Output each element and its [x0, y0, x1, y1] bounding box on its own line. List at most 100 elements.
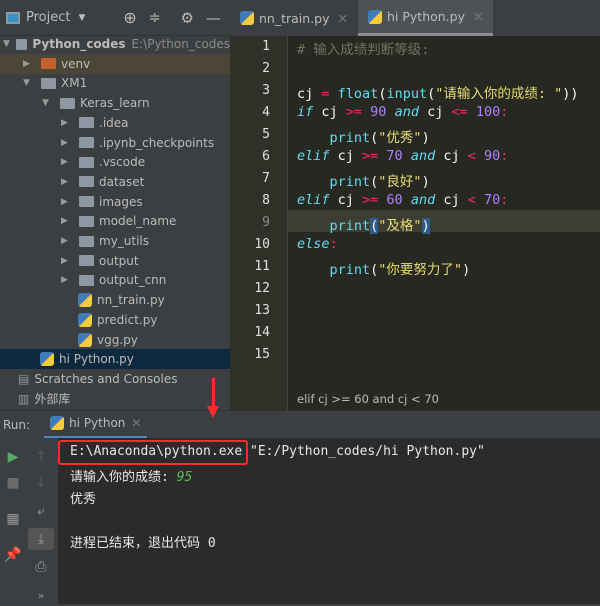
close-icon[interactable]: ✕ — [473, 9, 483, 24]
code-line[interactable]: print("你要努力了") — [297, 258, 471, 278]
pin-icon[interactable]: 📌 — [0, 544, 26, 566]
code-line[interactable]: print("优秀") — [297, 126, 430, 146]
tab-hi-python[interactable]: hi Python.py ✕ — [357, 0, 494, 36]
collapse-arrow-icon[interactable]: ▶ — [61, 236, 71, 246]
collapse-arrow-icon[interactable]: ▶ — [61, 197, 71, 207]
folder-icon — [79, 215, 94, 227]
collapse-arrow-icon[interactable]: ▶ — [61, 118, 71, 128]
annotation-box — [58, 440, 248, 465]
folder-icon — [79, 196, 94, 208]
folder-icon — [79, 137, 94, 148]
tree-item[interactable]: ▼ XM1 — [0, 73, 230, 93]
print-icon[interactable]: ⎙ — [28, 556, 54, 578]
scroll-to-end-icon[interactable]: ⤓ — [28, 528, 54, 550]
folder-icon — [41, 58, 56, 70]
python-icon — [50, 416, 65, 430]
tree-item[interactable]: ▼ Python_codes E:\Python_codes — [0, 34, 230, 54]
gear-icon[interactable]: ⚙ — [181, 9, 194, 27]
chevron-down-icon[interactable]: ▼ — [78, 13, 85, 23]
tree-item[interactable]: hi Python.py — [0, 349, 230, 370]
collapse-arrow-icon[interactable]: ▶ — [23, 59, 33, 69]
tree-item[interactable]: ▶ venv — [0, 53, 230, 74]
expand-arrow-icon[interactable]: ▼ — [23, 78, 33, 88]
code-line[interactable]: cj = float(input("请输入你的成绩: ")) — [297, 82, 579, 102]
line-number: 13 — [254, 303, 270, 318]
tree-item[interactable]: ▶ .vscode — [0, 152, 230, 172]
line-number: 7 — [262, 171, 270, 186]
rerun-icon[interactable]: ▶ — [0, 446, 26, 468]
folder-icon — [41, 77, 56, 89]
collapse-arrow-icon[interactable]: ▶ — [61, 256, 71, 266]
collapse-arrow-icon[interactable]: ▶ — [61, 157, 71, 167]
run-tab[interactable]: hi Python ✕ — [44, 411, 148, 439]
folder-icon — [60, 97, 75, 109]
folder-icon — [79, 255, 94, 267]
folder-icon — [79, 235, 94, 247]
tree-item[interactable]: ▶ .ipynb_checkpoints — [0, 133, 230, 153]
breadcrumb[interactable]: elif cj >= 60 and cj < 70 — [297, 392, 439, 406]
tree-item[interactable]: ▥ 外部库 — [0, 389, 230, 409]
tree-item[interactable]: ▼ Keras_learn — [0, 93, 230, 113]
collapse-arrow-icon[interactable]: ▶ — [61, 138, 71, 148]
expand-arrow-icon[interactable]: ▼ — [42, 98, 52, 108]
line-number: 6 — [262, 149, 270, 164]
python-file-icon — [78, 293, 92, 308]
collapse-arrow-icon[interactable]: ▶ — [61, 275, 71, 285]
collapse-all-icon[interactable]: ≑ — [149, 10, 161, 26]
run-side-toolbar: ▶ ■ ▦ 📌 ↑ ↓ ⤶ ⤓ ⎙ » — [0, 438, 58, 604]
library-icon: ▥ — [18, 391, 30, 406]
tab-nn-train[interactable]: nn_train.py ✕ — [230, 0, 358, 36]
code-line[interactable]: else: — [297, 236, 338, 252]
code-line[interactable]: if cj >= 90 and cj <= 100: — [297, 104, 508, 120]
expand-arrow-icon[interactable]: ▼ — [3, 39, 10, 49]
code-line[interactable]: print("及格") — [297, 214, 430, 234]
line-number: 15 — [254, 347, 270, 362]
tree-item[interactable]: ▶ .idea — [0, 113, 230, 133]
close-icon[interactable]: ✕ — [131, 416, 141, 430]
line-number: 1 — [262, 39, 270, 54]
tree-item[interactable]: ▶ model_name — [0, 211, 230, 231]
line-number: 3 — [262, 83, 270, 98]
soft-wrap-icon[interactable]: ⤶ — [28, 500, 54, 522]
locate-icon[interactable]: ⊕ — [123, 8, 136, 27]
project-view-selector[interactable]: Project — [26, 10, 70, 25]
code-line[interactable]: # 输入成绩判断等级: — [297, 38, 429, 58]
console-output[interactable]: E:\Anaconda\python.exe "E:/Python_codes/… — [58, 438, 600, 604]
up-icon[interactable]: ↑ — [28, 446, 54, 468]
line-number: 12 — [254, 281, 270, 296]
tree-item[interactable]: ▶ my_utils — [0, 231, 230, 251]
python-file-icon — [367, 9, 382, 24]
project-toolbar: Project ▼ ⊕ ≑ ⚙ — — [0, 0, 230, 36]
project-view-icon — [6, 11, 20, 24]
editor-tabs: nn_train.py ✕ hi Python.py ✕ — [230, 0, 600, 36]
collapse-arrow-icon[interactable]: ▶ — [61, 216, 71, 226]
hide-icon[interactable]: — — [206, 9, 221, 27]
tree-item[interactable]: ▶ output_cnn — [0, 270, 230, 290]
code-line[interactable]: print("良好") — [297, 170, 430, 190]
tree-item[interactable]: predict.py — [0, 310, 230, 330]
more-icon[interactable]: » — [28, 584, 54, 606]
python-file-icon — [240, 11, 254, 25]
tree-item[interactable]: vgg.py — [0, 330, 230, 350]
code-line[interactable]: elif cj >= 70 and cj < 90: — [297, 148, 508, 164]
python-file-icon — [78, 312, 92, 327]
stop-icon[interactable]: ■ — [0, 472, 26, 494]
tree-item[interactable]: ▤ Scratches and Consoles — [0, 369, 230, 389]
down-icon[interactable]: ↓ — [28, 472, 54, 494]
folder-icon — [79, 117, 94, 129]
tree-item[interactable]: ▶ dataset — [0, 172, 230, 192]
line-number: 11 — [254, 259, 270, 274]
python-file-icon — [78, 332, 92, 347]
code-line[interactable]: elif cj >= 60 and cj < 70: — [297, 192, 508, 208]
line-number: 5 — [262, 127, 270, 142]
line-number: 14 — [254, 325, 270, 340]
tree-item[interactable]: nn_train.py — [0, 290, 230, 310]
collapse-arrow-icon[interactable]: ▶ — [61, 177, 71, 187]
line-number: 2 — [262, 61, 270, 76]
tree-item[interactable]: ▶ images — [0, 192, 230, 212]
line-number: 10 — [254, 237, 270, 252]
close-icon[interactable]: ✕ — [338, 11, 348, 26]
tree-item[interactable]: ▶ output — [0, 251, 230, 271]
layout-icon[interactable]: ▦ — [0, 508, 26, 530]
line-number: 9 — [262, 215, 270, 230]
